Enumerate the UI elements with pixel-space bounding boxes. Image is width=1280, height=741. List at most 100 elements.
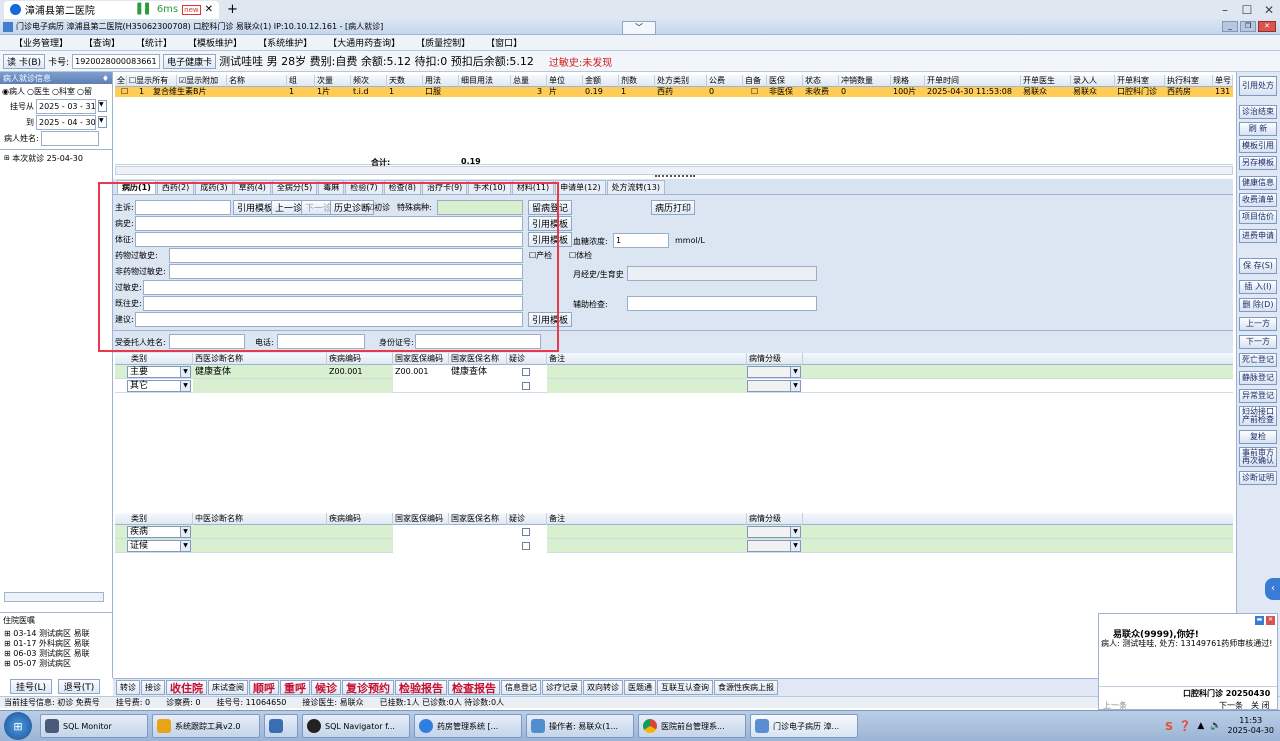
save-template-button[interactable]: 另存模板	[1239, 156, 1277, 170]
taskbar-item-trace[interactable]: 系统跟踪工具v2.0	[152, 714, 260, 738]
menu-business[interactable]: 【业务管理】	[6, 36, 76, 49]
tab-record[interactable]: 病历(1)	[117, 180, 156, 194]
death-register-button[interactable]: 死亡登记	[1239, 353, 1277, 367]
special-input[interactable]	[437, 200, 523, 215]
prev-rx-button[interactable]: 上一方	[1239, 317, 1277, 331]
table-row[interactable]: ☐ 1 复合维生素B片 1 1片 t.i.d 1 口服 3 片 0.19 1 西…	[115, 87, 1233, 97]
notify-close-icon[interactable]: ✕	[1266, 616, 1275, 625]
close-window-icon[interactable]: ✕	[1258, 1, 1280, 19]
date-dropdown-icon[interactable]: ▼	[98, 116, 107, 128]
action-button[interactable]: 检查报告	[448, 680, 500, 695]
id-input[interactable]	[415, 334, 541, 349]
leave-register-button[interactable]: 留病登记	[528, 200, 573, 215]
action-button[interactable]: 顺呼	[249, 680, 279, 695]
grid-hscrollbar[interactable]	[115, 166, 1233, 175]
action-button[interactable]: 重呼	[280, 680, 310, 695]
history-input[interactable]	[135, 216, 523, 231]
action-button[interactable]: 转诊	[116, 680, 140, 695]
menu-query[interactable]: 【查询】	[76, 36, 128, 49]
sign-input[interactable]	[135, 232, 523, 247]
col-all[interactable]: 全	[115, 75, 127, 87]
ward-item[interactable]: ⊞ 01-17 外科病区 易联	[0, 638, 108, 648]
chevron-down-icon[interactable]: ▼	[180, 541, 190, 551]
ref-tpl-button-2[interactable]: 引用模板	[528, 232, 573, 247]
severity-combo[interactable]: ▼	[747, 380, 801, 392]
tab-narcotic[interactable]: 毒麻	[318, 180, 345, 194]
ref-tpl-button-3[interactable]: 引用模板	[528, 312, 573, 327]
refund-apply-button[interactable]: 进费申请	[1239, 229, 1277, 243]
tree-item-visit[interactable]: ⊞ 本次就诊 25-04-30	[0, 153, 112, 163]
iv-register-button[interactable]: 静脉登记	[1239, 371, 1277, 385]
note-cell[interactable]	[547, 379, 747, 393]
suspect-checkbox[interactable]	[522, 542, 530, 550]
taskbar-item-tool[interactable]	[264, 714, 298, 738]
drug-allergy-input[interactable]	[169, 248, 523, 263]
suspect-checkbox[interactable]	[522, 368, 530, 376]
action-button[interactable]: 信息登记	[501, 680, 541, 695]
volume-icon[interactable]: 🔈	[1210, 721, 1221, 731]
tab-patent[interactable]: 成药(3)	[195, 180, 233, 194]
row-checkbox[interactable]: ☐	[119, 87, 129, 97]
row-self-checkbox[interactable]: ☐	[749, 87, 763, 97]
severity-combo[interactable]: ▼	[747, 526, 801, 538]
ward-item[interactable]: ⊞ 03-14 测试病区 易联	[0, 628, 108, 638]
taskbar-item-sql-monitor[interactable]: SQL Monitor	[40, 714, 148, 738]
reg-to-date[interactable]: 2025 - 04 - 30	[36, 114, 96, 130]
dropdown-toggle[interactable]: ﹀	[622, 21, 656, 35]
new-tab-button[interactable]: +	[227, 2, 238, 17]
minimize-icon[interactable]: –	[1214, 1, 1236, 19]
register-button[interactable]: 挂号(L)	[10, 679, 52, 694]
menstrual-input[interactable]	[627, 266, 817, 281]
category-combo[interactable]: 疾病 ▼	[127, 526, 191, 538]
reg-from-date[interactable]: 2025 - 03 - 31	[36, 98, 96, 114]
chief-input[interactable]	[135, 200, 231, 215]
menu-template[interactable]: 【模板维护】	[180, 36, 250, 49]
maximize-icon[interactable]: ☐	[1236, 1, 1258, 19]
unregister-button[interactable]: 退号(T)	[58, 679, 100, 694]
action-button[interactable]: 检验报告	[395, 680, 447, 695]
health-info-button[interactable]: 健康信息	[1239, 176, 1277, 190]
tab-rx-flow[interactable]: 处方流转(13)	[606, 180, 665, 194]
tab-western[interactable]: 西药(2)	[156, 180, 195, 194]
card-no-input[interactable]: 1920028000083661	[72, 53, 161, 69]
tab-lab[interactable]: 检验(7)	[345, 180, 383, 194]
suspect-checkbox[interactable]	[522, 528, 530, 536]
col-show-all[interactable]: ☐显示所有	[127, 75, 177, 87]
action-button[interactable]: 食源性疾病上报	[714, 680, 778, 695]
chevron-down-icon[interactable]: ▼	[790, 527, 800, 537]
ward-item[interactable]: ⊞ 05-07 测试病区	[0, 658, 108, 668]
action-button[interactable]: 接诊	[141, 680, 165, 695]
tab-treatment[interactable]: 治疗卡(9)	[421, 180, 468, 194]
delete-button[interactable]: 删 除(D)	[1239, 298, 1277, 312]
next-rx-button[interactable]: 下一方	[1239, 335, 1277, 349]
save-button[interactable]: 保 存(S)	[1239, 258, 1277, 274]
ref-rx-button[interactable]: 引用处方	[1239, 76, 1277, 96]
app-close-icon[interactable]: ✕	[1258, 21, 1276, 32]
aux-exam-input[interactable]	[627, 296, 817, 311]
severity-combo[interactable]: ▼	[747, 366, 801, 378]
non-drug-allergy-input[interactable]	[169, 264, 523, 279]
radio-dept[interactable]: ○科室	[52, 86, 75, 97]
recheck-button[interactable]: 复检	[1239, 430, 1277, 444]
chevron-down-icon[interactable]: ▼	[790, 367, 800, 377]
allergy-input[interactable]	[143, 280, 523, 295]
action-button[interactable]: 双向转诊	[583, 680, 623, 695]
help-icon[interactable]: ❓	[1179, 721, 1191, 732]
estimate-button[interactable]: 项目估价	[1239, 210, 1277, 224]
advice-input[interactable]	[135, 312, 523, 327]
read-card-button[interactable]: 读 卡(B)	[3, 53, 46, 69]
action-button[interactable]: 诊疗记录	[542, 680, 582, 695]
taskbar-item-pharmacy[interactable]: 药房管理系统 [...	[414, 714, 522, 738]
tab-all[interactable]: 全病分(5)	[271, 180, 318, 194]
suspect-checkbox[interactable]	[522, 382, 530, 390]
start-button[interactable]: ⊞	[4, 712, 32, 740]
collapse-arrow-icon[interactable]: ‹	[1265, 578, 1280, 600]
ref-tpl-button-1[interactable]: 引用模板	[528, 216, 573, 231]
menu-drug-query[interactable]: 【大通用药查询】	[320, 36, 408, 49]
action-button[interactable]: 收住院	[166, 680, 207, 695]
taskbar-item-emr[interactable]: 门诊电子病历 漳...	[750, 714, 858, 738]
action-button[interactable]: 医题通	[624, 680, 656, 695]
agent-name-input[interactable]	[169, 334, 245, 349]
category-combo[interactable]: 证候 ▼	[127, 540, 191, 552]
action-button[interactable]: 互联互认查询	[657, 680, 713, 695]
